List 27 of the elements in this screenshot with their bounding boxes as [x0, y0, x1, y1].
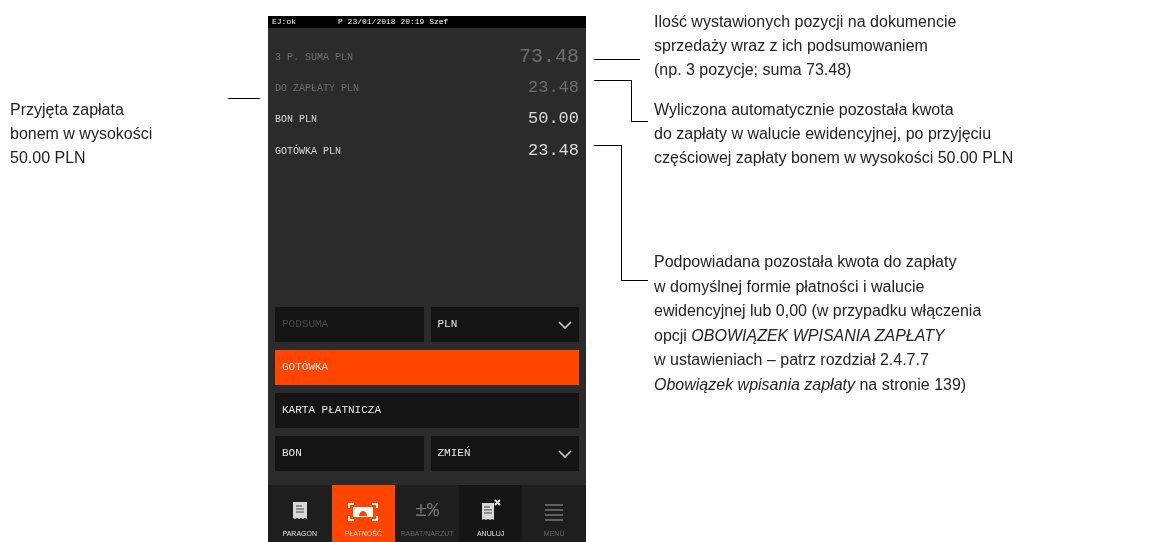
payment-button[interactable]: KARTA PŁATNICZA	[275, 393, 579, 428]
summary-label: 3 P. SUMA PLN	[275, 50, 353, 65]
summary-value: 23.48	[528, 77, 579, 100]
summary-label: DO ZAPŁATY PLN	[275, 81, 359, 96]
currency-dropdown[interactable]: PLN	[430, 307, 579, 342]
annotation-text: Ilość wystawionych pozycji na dokumencie sprzedaży wraz z ich podsumowaniem (np. 3 pozycje; suma 73.48)	[654, 12, 958, 80]
summary-label: BON PLN	[275, 112, 317, 127]
leader-line	[228, 98, 260, 99]
chevron-down-icon	[558, 449, 572, 458]
status-text: EJ:ok	[272, 16, 297, 28]
annotation-text: Przyjęta zapłata bonem w wysokości 50.00 PLN	[10, 100, 153, 168]
receipt-icon	[291, 500, 308, 521]
plus-minus-percent-icon: ±%	[414, 500, 439, 521]
annotation-text: Podpowiadana pozostała kwota do zapłaty w domyślnej formie płatności i walucie ewidencyjnej lub 0,00 (w przypadku włączenia opcji OBOWIĄZEK WPISANIA ZAPŁATY w ustawieniach – patrz rozdział 2.4.7.7 Obowiązek wpisania zapłaty na stronie 139)	[654, 252, 983, 395]
summary-value: 50.00	[528, 108, 579, 131]
summary-value: 73.48	[519, 44, 579, 70]
chevron-down-icon	[558, 320, 572, 329]
summary-label: GOTÓWKA PLN	[275, 143, 341, 159]
payment-button[interactable]: BON	[275, 436, 424, 471]
summary-value: 23.48	[528, 140, 579, 163]
currency-dropdown[interactable]: ZMIEŃ	[430, 436, 579, 471]
leader-line	[594, 59, 640, 60]
banknote-icon	[348, 502, 379, 521]
menu-icon	[544, 502, 565, 521]
annotation-text: Wyliczona automatycznie pozostała kwota do zapłaty w walucie ewidencyjnej, po przyjęciu częściowej zapłaty bonem w wysokości 50.00 PLN	[654, 100, 1015, 168]
status-text: P 23/01/2018 20:19 Szef	[338, 16, 449, 28]
receipt-cross-icon	[480, 498, 501, 521]
